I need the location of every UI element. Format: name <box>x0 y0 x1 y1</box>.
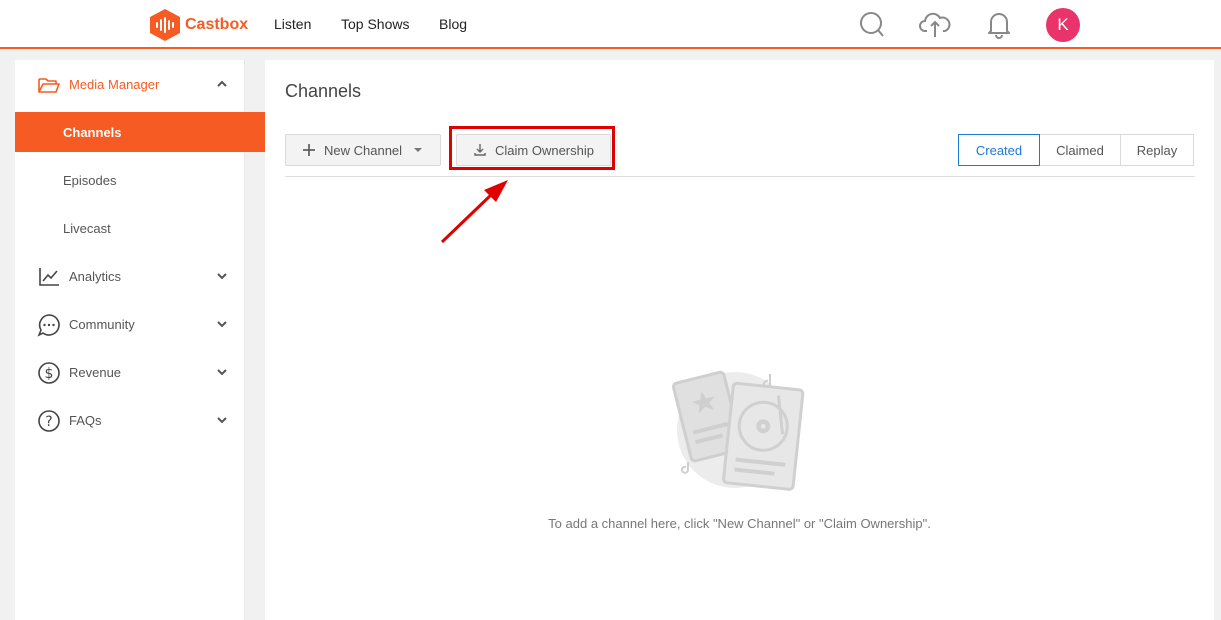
sidebar-label-analytics: Analytics <box>69 268 122 284</box>
top-navbar: Castbox Listen Top Shows Blog K <box>0 0 1221 49</box>
sidebar-label-episodes: Episodes <box>63 172 117 188</box>
sidebar-item-faqs[interactable]: ? FAQs <box>15 400 244 440</box>
empty-state-message: To add a channel here, click "New Channe… <box>548 516 931 531</box>
sidebar-item-revenue[interactable]: $ Revenue <box>15 352 244 392</box>
sidebar-label-livecast: Livecast <box>63 220 111 236</box>
svg-text:$: $ <box>45 366 54 382</box>
tab-created[interactable]: Created <box>958 134 1040 166</box>
chevron-down-icon <box>217 369 227 376</box>
castbox-logo-icon <box>150 9 180 41</box>
chevron-down-icon <box>217 321 227 328</box>
claim-ownership-highlight-box <box>449 126 615 170</box>
sidebar-label-channels: Channels <box>63 124 122 140</box>
main-panel: Channels New Channel Claim Ownership Cre… <box>265 60 1214 620</box>
sidebar: Media Manager Channels Episodes Livecast… <box>15 60 292 620</box>
sidebar-label-revenue: Revenue <box>69 364 122 380</box>
user-avatar[interactable]: K <box>1046 8 1080 42</box>
new-channel-label: New Channel <box>324 142 403 158</box>
toolbar-divider <box>285 176 1195 177</box>
annotation-arrow-icon <box>440 180 508 244</box>
nav-blog[interactable]: Blog <box>439 16 467 32</box>
tab-claimed[interactable]: Claimed <box>1040 134 1121 166</box>
sidebar-item-media-manager[interactable]: Media Manager <box>15 64 244 104</box>
dollar-circle-icon: $ <box>38 362 60 384</box>
plus-icon <box>303 144 315 156</box>
channel-filter-tabs: Created Claimed Replay <box>958 134 1194 166</box>
sidebar-label-community: Community <box>69 316 135 332</box>
sidebar-label-faqs: FAQs <box>69 412 102 428</box>
nav-listen[interactable]: Listen <box>274 16 311 32</box>
chevron-down-icon <box>217 273 227 280</box>
question-circle-icon: ? <box>38 410 60 432</box>
line-chart-icon <box>39 268 59 286</box>
empty-channels-illustration <box>672 370 805 491</box>
new-channel-button[interactable]: New Channel <box>285 134 441 166</box>
svg-text:?: ? <box>45 414 52 430</box>
chevron-up-icon <box>217 80 227 87</box>
nav-top-shows[interactable]: Top Shows <box>341 16 409 32</box>
upload-cloud-icon[interactable] <box>919 9 951 39</box>
sidebar-item-livecast[interactable]: Livecast <box>15 208 292 248</box>
folder-open-icon <box>38 78 60 93</box>
search-icon[interactable] <box>858 9 886 39</box>
brand-name: Castbox <box>185 16 249 33</box>
caret-down-icon <box>414 148 423 152</box>
sidebar-label-media-manager: Media Manager <box>69 76 160 92</box>
page-title: Channels <box>285 81 362 101</box>
castbox-logo[interactable]: Castbox <box>149 8 248 42</box>
sidebar-item-community[interactable]: Community <box>15 304 244 344</box>
sidebar-item-analytics[interactable]: Analytics <box>15 256 244 296</box>
sidebar-item-episodes[interactable]: Episodes <box>15 160 292 200</box>
bell-icon[interactable] <box>986 9 1012 39</box>
sidebar-item-channels[interactable]: Channels <box>15 112 292 152</box>
tab-replay[interactable]: Replay <box>1121 134 1194 166</box>
chevron-down-icon <box>217 417 227 424</box>
chat-bubble-icon <box>37 314 60 337</box>
